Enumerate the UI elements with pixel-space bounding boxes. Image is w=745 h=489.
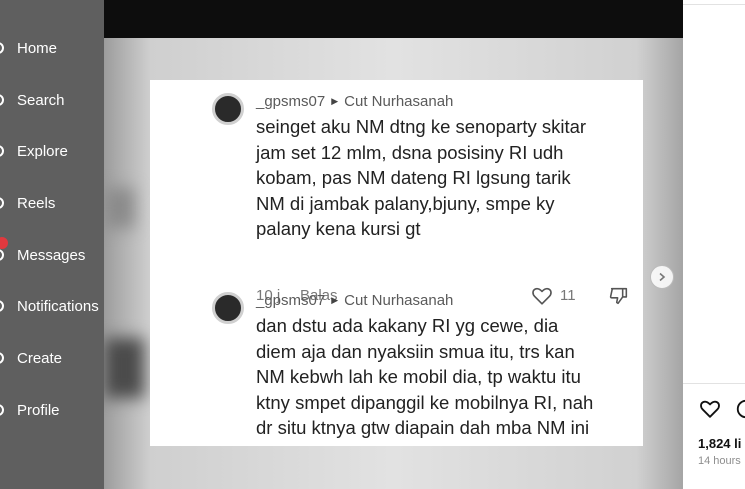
comment-username: _gpsms07 <box>256 93 326 110</box>
divider <box>683 383 745 384</box>
nav-item-label: Notifications <box>17 297 99 315</box>
nav-item-label: Create <box>17 349 63 367</box>
left-nav: Home Search Explore Reels Messages Notif… <box>0 0 104 489</box>
divider <box>683 4 745 5</box>
notification-badge <box>0 237 8 249</box>
nav-item-label: Explore <box>17 142 68 160</box>
instagram-post-view: Home Search Explore Reels Messages Notif… <box>0 0 745 489</box>
comment-icon[interactable] <box>735 398 745 420</box>
post-image: _gpsms07 ▶ Cut Nurhasanah seinget aku NM d… <box>104 38 683 489</box>
explore-icon <box>0 145 4 157</box>
like-heart-icon[interactable] <box>699 398 721 420</box>
nav-item-label: Home <box>17 39 58 57</box>
nav-item-label: Messages <box>17 246 86 264</box>
avatar-icon <box>0 404 4 416</box>
plus-icon <box>0 352 4 364</box>
search-icon <box>0 94 4 106</box>
background-blur <box>104 188 134 228</box>
reels-icon <box>0 197 4 209</box>
post-media: _gpsms07 ▶ Cut Nurhasanah seinget aku NM d… <box>104 0 683 489</box>
reply-arrow-icon: ▶ <box>331 96 339 106</box>
like-count: 11 <box>560 287 576 304</box>
thumbs-down-icon[interactable] <box>608 285 630 307</box>
comment-username: _gpsms07 <box>256 292 326 309</box>
post-timestamp: 14 hours <box>698 455 741 467</box>
nav-item-label: Reels <box>17 194 56 212</box>
comment-text: seinget aku NM dtng ke senoparty skitar … <box>256 116 587 239</box>
home-icon <box>0 42 4 54</box>
commenter-avatar <box>212 292 244 324</box>
media-top-bar <box>104 0 683 38</box>
post-like-count[interactable]: 1,824 li <box>698 436 741 451</box>
nav-item-label: Profile <box>17 401 60 419</box>
heart-icon <box>0 300 4 312</box>
comment-screenshot-card: _gpsms07 ▶ Cut Nurhasanah seinget aku NM d… <box>150 80 643 446</box>
background-blur <box>104 338 144 398</box>
heart-icon[interactable] <box>531 285 553 307</box>
comment-text: dan dstu ada kakany RI yg cewe, dia diem… <box>256 315 594 438</box>
chevron-right-icon <box>659 272 666 282</box>
next-slide-button[interactable] <box>650 265 674 289</box>
nav-item-label: Search <box>17 91 65 109</box>
comment-meta: _gpsms07 ▶ Cut Nurhasanah <box>256 292 453 309</box>
post-details-sidebar: 1,824 li 14 hours <box>683 0 745 489</box>
comment-meta: _gpsms07 ▶ Cut Nurhasanah <box>256 93 453 110</box>
comment-reply-to: Cut Nurhasanah <box>344 292 454 309</box>
messages-icon <box>0 249 4 261</box>
reply-arrow-icon: ▶ <box>331 295 339 305</box>
commenter-avatar <box>212 93 244 125</box>
comment-reply-to: Cut Nurhasanah <box>344 93 454 110</box>
